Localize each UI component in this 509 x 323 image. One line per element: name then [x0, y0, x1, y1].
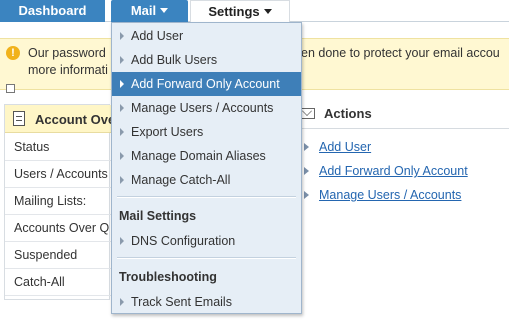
account-row-over-quota: Accounts Over Q [5, 215, 111, 242]
menu-item-add-bulk-users[interactable]: Add Bulk Users [112, 48, 301, 72]
action-manage-users[interactable]: Manage Users / Accounts [319, 188, 461, 202]
account-row-suspended: Suspended [5, 242, 111, 269]
triangle-right-icon [304, 167, 309, 175]
menu-item-add-forward-only-account[interactable]: Add Forward Only Account [112, 72, 301, 96]
document-icon [13, 111, 25, 126]
menu-item-export-users[interactable]: Export Users [112, 120, 301, 144]
menu-item-label: Export Users [131, 125, 204, 139]
triangle-right-icon [304, 143, 309, 151]
menu-item-manage-domain-aliases[interactable]: Manage Domain Aliases [112, 144, 301, 168]
action-add-user[interactable]: Add User [319, 140, 371, 154]
triangle-right-icon [120, 104, 124, 112]
tab-settings[interactable]: Settings [190, 0, 290, 22]
triangle-right-icon [120, 152, 124, 160]
triangle-right-icon [120, 176, 124, 184]
triangle-right-icon [120, 128, 124, 136]
warning-icon: ! [6, 46, 20, 60]
notice-text-continued: en done to protect your email accou [301, 46, 500, 60]
menu-heading-troubleshooting: Troubleshooting [119, 270, 217, 284]
notice-line-2: more informati [28, 63, 108, 77]
tab-dashboard-label: Dashboard [18, 3, 87, 18]
account-row-mailing-lists: Mailing Lists: [5, 188, 111, 215]
tab-settings-label: Settings [208, 4, 260, 19]
notice-line-1: Our password [28, 46, 106, 60]
account-overview-header: Account Ove [5, 105, 115, 133]
account-row-status: Status [5, 134, 111, 161]
tab-mail-label: Mail [130, 3, 157, 18]
menu-item-add-user[interactable]: Add User [112, 24, 301, 48]
triangle-right-icon [120, 32, 124, 40]
tab-dashboard[interactable]: Dashboard [0, 0, 105, 22]
caret-down-icon [263, 9, 272, 15]
mail-dropdown-menu: Add User Add Bulk Users Add Forward Only… [111, 22, 302, 314]
triangle-right-icon [120, 56, 124, 64]
tab-mail[interactable]: Mail [111, 0, 188, 22]
menu-heading-mail-settings: Mail Settings [119, 209, 197, 223]
menu-item-label: Manage Catch-All [131, 173, 231, 187]
document-icon [6, 84, 15, 93]
menu-item-label: Add Bulk Users [131, 53, 218, 67]
actions-title: Actions [324, 106, 372, 121]
menu-item-label: Add User [131, 29, 184, 43]
notice-text: Our password more informati [28, 45, 110, 79]
actions-divider [300, 128, 509, 129]
caret-down-icon [160, 8, 169, 14]
menu-item-label: Add Forward Only Account [131, 77, 280, 91]
triangle-right-icon [120, 237, 124, 245]
menu-item-manage-catch-all[interactable]: Manage Catch-All [112, 168, 301, 192]
account-row-catch-all: Catch-All [5, 269, 111, 296]
menu-item-label: Manage Users / Accounts [131, 101, 274, 115]
triangle-right-icon [304, 191, 309, 199]
menu-item-label: Track Sent Emails [131, 295, 232, 309]
menu-divider [117, 257, 296, 259]
account-overview-panel: Account Ove Status Users / Accounts Mail… [4, 104, 115, 300]
action-add-forward-only-account[interactable]: Add Forward Only Account [319, 164, 468, 178]
menu-item-dns-configuration[interactable]: DNS Configuration [112, 229, 301, 253]
account-row-users: Users / Accounts [5, 161, 111, 188]
triangle-right-icon [120, 80, 124, 88]
menu-item-label: Manage Domain Aliases [131, 149, 266, 163]
triangle-right-icon [120, 298, 124, 306]
top-nav: Dashboard Mail Settings [0, 0, 509, 22]
menu-item-label: DNS Configuration [131, 234, 236, 248]
account-overview-title: Account Ove [35, 112, 116, 127]
menu-item-manage-users[interactable]: Manage Users / Accounts [112, 96, 301, 120]
menu-divider [117, 196, 296, 198]
envelope-icon [300, 108, 315, 119]
menu-item-track-sent-emails[interactable]: Track Sent Emails [112, 290, 301, 314]
